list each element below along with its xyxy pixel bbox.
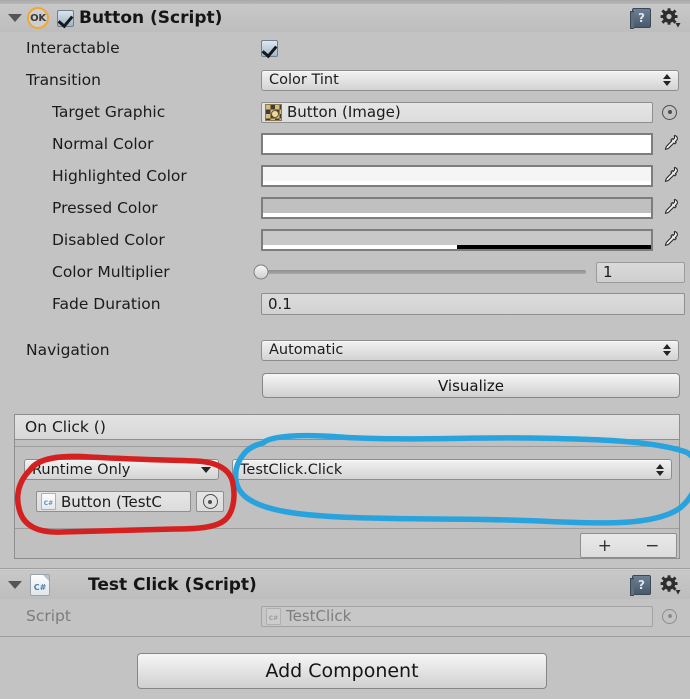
help-book-icon[interactable]: ? <box>630 8 651 29</box>
event-function-dropdown[interactable]: TestClick.Click <box>232 459 672 480</box>
chevron-updown-icon <box>663 344 671 356</box>
navigation-label: Navigation <box>26 341 110 359</box>
chevron-down-icon <box>201 466 211 473</box>
target-graphic-objectfield[interactable]: Button (Image) <box>261 101 653 123</box>
test-click-component-title: Test Click (Script) <box>88 575 257 595</box>
script-objectfield: C# TestClick <box>261 605 653 627</box>
script-picker-icon <box>662 608 677 624</box>
fade-duration-value: 0.1 <box>268 295 292 313</box>
remove-event-button[interactable]: − <box>645 536 659 556</box>
navigation-dropdown[interactable]: Automatic <box>261 339 679 361</box>
interactable-checkbox[interactable] <box>261 39 278 57</box>
inspector-window: OK Button (Script) ? Interactable Transi… <box>0 0 690 699</box>
object-picker-icon[interactable] <box>202 494 218 509</box>
eyedropper-icon[interactable] <box>661 134 679 154</box>
foldout-triangle-down-icon[interactable] <box>6 9 24 27</box>
transition-value: Color Tint <box>269 72 339 88</box>
event-function-value: TestClick.Click <box>240 461 343 478</box>
target-graphic-label: Target Graphic <box>52 103 166 121</box>
pressed-color-label: Pressed Color <box>52 199 158 217</box>
on-click-header-label: On Click () <box>25 418 106 436</box>
event-object-field[interactable]: C# Button (TestC <box>36 491 191 512</box>
event-mode-dropdown[interactable]: Runtime Only <box>24 459 219 480</box>
gear-icon[interactable] <box>660 8 681 28</box>
row-color-multiplier: Color Multiplier 1 <box>0 259 690 285</box>
row-script: Script C# TestClick <box>0 603 690 629</box>
visualize-button-label: Visualize <box>437 376 505 395</box>
event-mode-value: Runtime Only <box>32 461 131 478</box>
row-interactable: Interactable <box>0 35 690 61</box>
normal-color-label: Normal Color <box>52 135 154 153</box>
slider-handle[interactable] <box>253 264 269 280</box>
disabled-color-label: Disabled Color <box>52 231 165 249</box>
color-multiplier-slider[interactable] <box>253 264 586 280</box>
row-pressed-color: Pressed Color <box>0 195 690 221</box>
chevron-updown-icon <box>656 463 664 476</box>
add-component-label: Add Component <box>265 660 419 682</box>
color-multiplier-label: Color Multiplier <box>52 263 170 281</box>
button-component-title: Button (Script) <box>79 8 223 28</box>
row-transition: Transition Color Tint <box>0 67 690 93</box>
disabled-color-swatch[interactable] <box>261 229 653 251</box>
on-click-header: On Click () <box>14 414 680 440</box>
fade-duration-input[interactable]: 0.1 <box>261 293 685 315</box>
navigation-value: Automatic <box>269 342 344 358</box>
sprite-thumbnail-icon <box>265 103 282 121</box>
transition-label: Transition <box>26 71 101 89</box>
visualize-button[interactable]: Visualize <box>262 373 680 398</box>
button-header-actions: ? <box>630 8 681 29</box>
row-normal-color: Normal Color <box>0 131 690 157</box>
eyedropper-icon[interactable] <box>661 198 679 218</box>
row-fade-duration: Fade Duration 0.1 <box>0 291 690 317</box>
target-graphic-value: Button (Image) <box>287 103 401 121</box>
csharp-script-icon: C# <box>30 574 50 596</box>
eyedropper-icon[interactable] <box>661 230 679 250</box>
on-click-separator <box>15 446 679 447</box>
eyedropper-icon[interactable] <box>661 166 679 186</box>
normal-color-swatch[interactable] <box>261 133 653 155</box>
test-click-header-actions: ? <box>630 575 681 596</box>
fade-duration-label: Fade Duration <box>52 295 161 313</box>
row-disabled-color: Disabled Color <box>0 227 690 253</box>
transition-dropdown[interactable]: Color Tint <box>261 69 679 91</box>
on-click-footer-separator <box>15 528 679 529</box>
event-object-picker[interactable] <box>196 491 224 512</box>
add-component-button[interactable]: Add Component <box>137 653 547 689</box>
event-add-remove-controls: + − <box>580 533 677 558</box>
row-navigation: Navigation Automatic <box>0 337 690 363</box>
component-enabled-checkbox[interactable] <box>57 9 74 27</box>
test-click-component-header[interactable]: C# Test Click (Script) ? <box>0 571 690 599</box>
color-multiplier-value: 1 <box>603 263 613 281</box>
chevron-updown-icon <box>663 74 671 86</box>
script-value: TestClick <box>286 607 352 625</box>
foldout-triangle-down-icon[interactable] <box>6 576 24 594</box>
bottom-divider <box>0 636 690 637</box>
ok-badge-icon: OK <box>27 7 49 29</box>
csharp-script-icon: C# <box>41 493 56 510</box>
row-highlighted-color: Highlighted Color <box>0 163 690 189</box>
add-event-button[interactable]: + <box>598 536 612 556</box>
button-component-header[interactable]: OK Button (Script) ? <box>0 4 690 32</box>
highlighted-color-swatch[interactable] <box>261 165 653 187</box>
gear-icon[interactable] <box>660 575 681 595</box>
target-graphic-picker-icon[interactable] <box>662 104 677 120</box>
csharp-script-icon: C# <box>266 607 281 625</box>
help-book-icon[interactable]: ? <box>630 575 651 596</box>
interactable-label: Interactable <box>26 39 120 57</box>
script-label: Script <box>26 607 71 625</box>
component-divider-highlight <box>0 569 690 570</box>
event-object-value: Button (TestC <box>61 492 162 511</box>
highlighted-color-label: Highlighted Color <box>52 167 187 185</box>
row-target-graphic: Target Graphic Button (Image) <box>0 99 690 125</box>
color-multiplier-value-field[interactable]: 1 <box>596 261 685 283</box>
pressed-color-swatch[interactable] <box>261 197 653 219</box>
